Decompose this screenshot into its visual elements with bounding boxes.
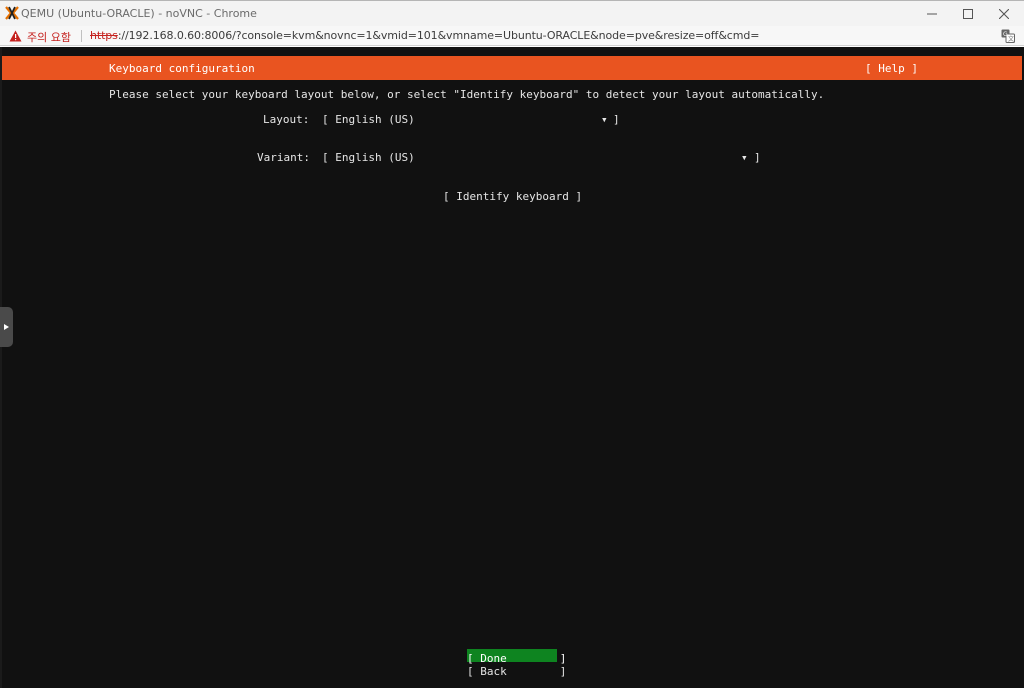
novnc-control-bar-handle[interactable] xyxy=(0,307,13,347)
variant-select[interactable]: [ English (US) xyxy=(322,151,415,164)
chevron-right-icon xyxy=(4,324,9,330)
window-title: QEMU (Ubuntu-ORACLE) - noVNC - Chrome xyxy=(21,7,257,20)
page-title: Keyboard configuration xyxy=(109,62,255,75)
url-text[interactable]: https://192.168.0.60:8006/?console=kvm&n… xyxy=(90,29,759,42)
layout-select[interactable]: [ English (US) xyxy=(322,113,415,126)
divider xyxy=(81,30,82,42)
warning-icon xyxy=(9,30,22,42)
identify-keyboard-button[interactable]: [ Identify keyboard ] xyxy=(443,190,582,203)
layout-label: Layout: xyxy=(263,113,310,126)
console-edge xyxy=(0,47,2,688)
back-button[interactable]: [ Back ] xyxy=(467,662,566,678)
url-path: ://192.168.0.60:8006/?console=kvm&novnc=… xyxy=(117,29,760,42)
variant-select-bracket: ] xyxy=(754,151,761,164)
close-button[interactable] xyxy=(985,1,1023,27)
vnc-console[interactable] xyxy=(0,47,1024,688)
chevron-down-icon[interactable]: ▾ xyxy=(601,113,608,126)
window-titlebar: QEMU (Ubuntu-ORACLE) - noVNC - Chrome xyxy=(0,0,1024,26)
maximize-button[interactable] xyxy=(949,1,987,27)
proxmox-icon xyxy=(5,6,19,20)
maximize-icon xyxy=(963,9,973,19)
close-icon xyxy=(999,9,1009,19)
help-button[interactable]: [ Help ] xyxy=(865,62,918,75)
layout-select-bracket: ] xyxy=(613,113,620,126)
address-bar[interactable]: 주의 요함 https://192.168.0.60:8006/?console… xyxy=(0,26,1024,46)
url-scheme: https xyxy=(90,29,118,42)
instructions-text: Please select your keyboard layout below… xyxy=(109,88,825,101)
back-button-label: [ Back ] xyxy=(467,665,567,678)
chevron-down-icon[interactable]: ▾ xyxy=(741,151,748,164)
security-warning[interactable]: 주의 요함 xyxy=(27,29,71,45)
minimize-icon xyxy=(927,13,937,15)
done-button[interactable]: [ Done ] xyxy=(467,649,566,665)
translate-icon[interactable]: G 文 xyxy=(1001,29,1015,43)
svg-text:文: 文 xyxy=(1008,35,1014,43)
minimize-button[interactable] xyxy=(913,1,951,27)
variant-label: Variant: xyxy=(257,151,310,164)
